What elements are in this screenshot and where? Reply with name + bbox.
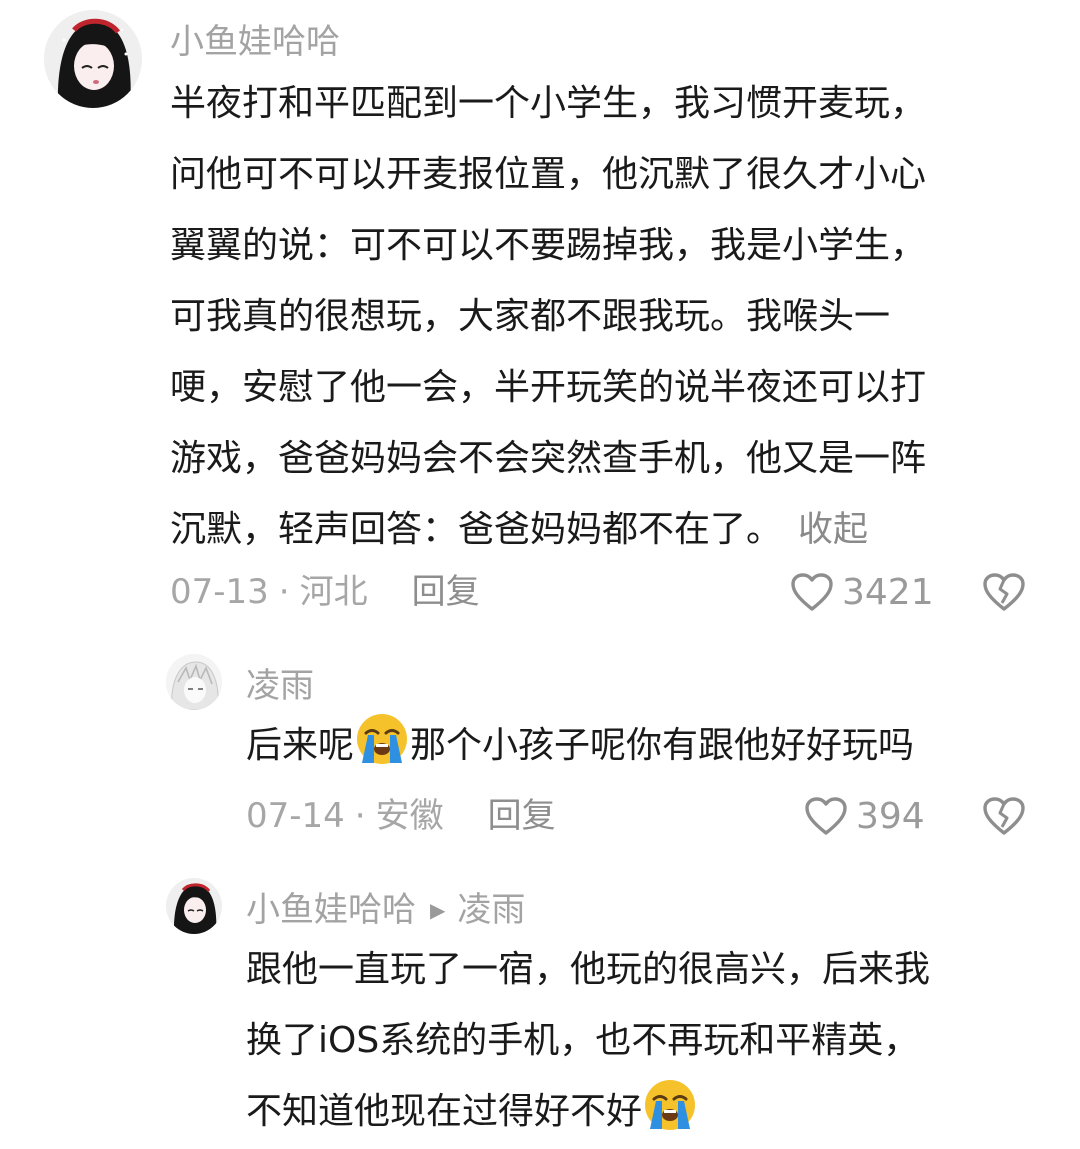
heart-icon [805, 797, 847, 835]
reply-line: 跟他一直玩了一宿，他玩的很高兴，后来我 [246, 949, 931, 990]
reply-button[interactable]: 回复 [412, 572, 480, 612]
comment-line: 可我真的很想玩，大家都不跟我玩。我喉头一 [170, 296, 891, 337]
reply-username[interactable]: 凌雨 [246, 658, 314, 707]
reply-author-name[interactable]: 小鱼娃哈哈 [246, 890, 416, 930]
separator-dot: · [354, 796, 366, 836]
reply-line: 不知道他现在过得好不好 [246, 1091, 643, 1132]
reply-line: 换了iOS系统的手机，也不再玩和平精英， [246, 1020, 920, 1061]
reply-to-name[interactable]: 凌雨 [457, 890, 525, 930]
separator-dot: · [278, 572, 290, 612]
avatar[interactable] [166, 878, 222, 934]
comment-line: 问他可不可以开麦报位置，他沉默了很久才小心 [170, 154, 927, 195]
comment-location: 河北 [299, 572, 368, 612]
like-button[interactable]: 3421 [790, 568, 934, 616]
comment-line: 哽，安慰了他一会，半开玩笑的说半夜还可以打 [170, 367, 927, 408]
comment-meta: 07-13 · 河北 回复 [170, 568, 480, 616]
loudly-crying-face-icon [642, 1077, 698, 1133]
dislike-button[interactable] [982, 796, 1026, 836]
broken-heart-icon [983, 797, 1025, 835]
collapse-button[interactable]: 收起 [798, 510, 868, 550]
avatar[interactable] [44, 10, 142, 108]
reply-text: 后来呢 那个小孩子呢你有跟他好好玩吗 [246, 710, 1046, 782]
reply-item: 凌雨 后来呢 那个小孩子呢你有跟他好好玩吗 07-14 · 安徽 回复 394 [0, 640, 1080, 870]
loudly-crying-face-icon [354, 711, 410, 767]
like-count: 3421 [842, 571, 934, 613]
play-arrow-icon: ▶ [430, 898, 446, 922]
comment-text: 半夜打和平匹配到一个小学生，我习惯开麦玩， 问他可不可以开麦报位置，他沉默了很久… [170, 68, 1050, 566]
reply-username: 小鱼娃哈哈 ▶ 凌雨 [246, 882, 525, 931]
dislike-button[interactable] [982, 572, 1026, 612]
like-count: 394 [856, 795, 925, 837]
anime-girl-avatar-icon [44, 10, 142, 108]
reply-text-before: 后来呢 [246, 725, 355, 766]
reply-text-after: 那个小孩子呢你有跟他好好玩吗 [410, 725, 915, 766]
comment-date: 07-13 [170, 572, 269, 612]
anime-girl-avatar-icon [166, 878, 222, 934]
white-hair-anime-avatar-icon [166, 654, 222, 710]
comment-username[interactable]: 小鱼娃哈哈 [170, 14, 340, 63]
comment-line: 沉默，轻声回答：爸爸妈妈都不在了。 [170, 509, 783, 550]
broken-heart-icon [983, 573, 1025, 611]
reply-item: 小鱼娃哈哈 ▶ 凌雨 跟他一直玩了一宿，他玩的很高兴，后来我 换了iOS系统的手机，… [0, 866, 1080, 1149]
avatar[interactable] [166, 654, 222, 710]
reply-date: 07-14 [246, 796, 345, 836]
comment-line: 游戏，爸爸妈妈会不会突然查手机，他又是一阵 [170, 438, 927, 479]
comment-line: 半夜打和平匹配到一个小学生，我习惯开麦玩， [170, 83, 927, 124]
reply-location: 安徽 [375, 796, 444, 836]
like-button[interactable]: 394 [804, 792, 925, 840]
comment-line: 翼翼的说：可不可以不要踢掉我，我是小学生， [170, 225, 927, 266]
comment-item: 小鱼娃哈哈 半夜打和平匹配到一个小学生，我习惯开麦玩， 问他可不可以开麦报位置，… [0, 0, 1080, 640]
reply-text: 跟他一直玩了一宿，他玩的很高兴，后来我 换了iOS系统的手机，也不再玩和平精英，… [246, 934, 1066, 1147]
reply-meta: 07-14 · 安徽 回复 [246, 792, 556, 840]
heart-icon [791, 573, 833, 611]
reply-button[interactable]: 回复 [488, 796, 556, 836]
